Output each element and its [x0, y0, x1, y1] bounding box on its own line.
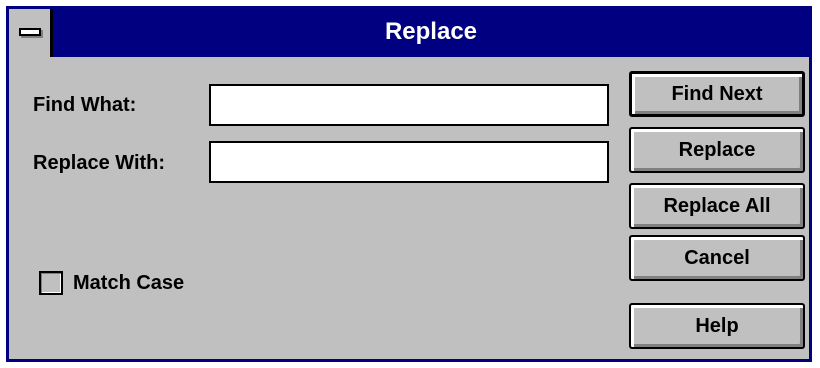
window-title: Replace — [384, 18, 478, 45]
cancel-button[interactable]: Cancel — [629, 235, 805, 281]
find-next-button[interactable]: Find Next — [629, 71, 805, 117]
match-case-checkbox[interactable] — [39, 271, 63, 295]
help-button[interactable]: Help — [629, 303, 805, 349]
system-menu-icon — [19, 28, 41, 36]
match-case-label[interactable]: Match Case — [73, 272, 184, 295]
replace-dialog: Replace Find What: Replace With: Match C… — [6, 6, 812, 362]
replace-all-button[interactable]: Replace All — [629, 183, 805, 229]
title-bar[interactable]: Replace — [9, 9, 809, 57]
find-what-label: Find What: — [33, 94, 137, 116]
find-what-input[interactable] — [209, 84, 609, 126]
replace-with-label: Replace With: — [33, 152, 166, 174]
system-menu-button[interactable] — [9, 9, 53, 57]
replace-with-input[interactable] — [209, 141, 609, 183]
replace-button[interactable]: Replace — [629, 127, 805, 173]
